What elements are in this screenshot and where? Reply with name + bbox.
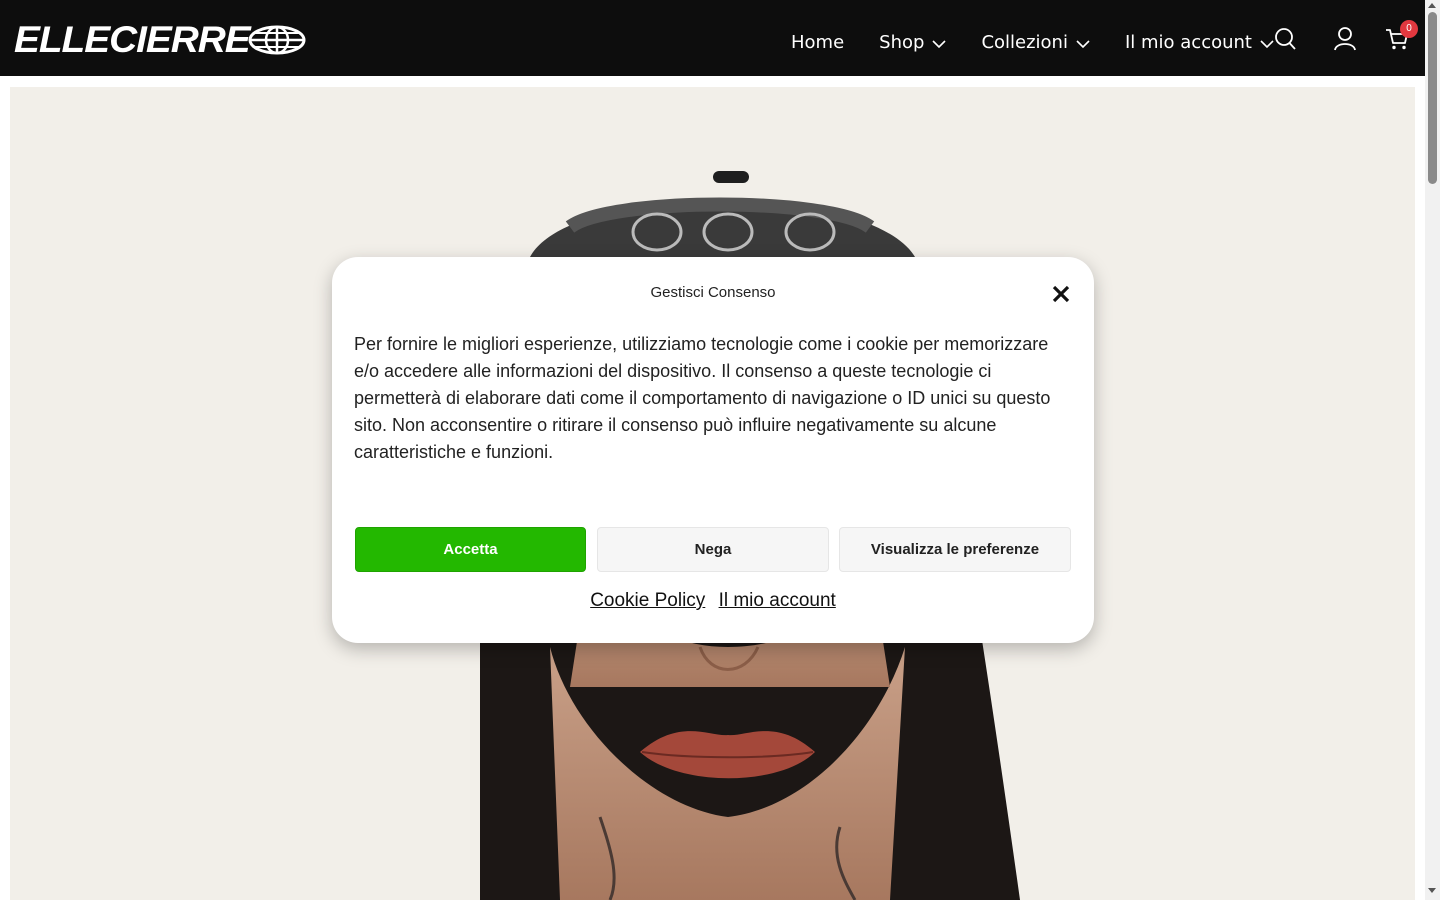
consent-message: Per fornire le migliori esperienze, util… [354, 334, 1051, 462]
chevron-down-icon [932, 39, 947, 48]
page-scrollbar[interactable] [1425, 0, 1440, 900]
scrollbar-thumb[interactable] [1428, 12, 1437, 184]
my-account-link[interactable]: Il mio account [719, 590, 836, 611]
nav-item-label: Shop [879, 31, 925, 53]
consent-links: Cookie Policy Il mio account [332, 590, 1094, 612]
logo-wordmark: ELLECIERRE [14, 19, 251, 60]
site-header: ELLECIERRE Home Shop Collezioni Il mio a… [0, 0, 1425, 76]
cookie-policy-link[interactable]: Cookie Policy [590, 590, 705, 611]
deny-button[interactable]: Nega [597, 527, 829, 572]
user-icon[interactable] [1334, 27, 1356, 51]
scroll-down-arrow-icon[interactable] [1428, 888, 1436, 893]
nav-item-account[interactable]: Il mio account [1125, 30, 1274, 54]
scroll-up-arrow-icon[interactable] [1428, 3, 1436, 8]
nav-item-home[interactable]: Home [791, 30, 844, 54]
globe-icon [248, 25, 306, 55]
nav-item-label: Collezioni [981, 31, 1068, 53]
close-icon[interactable] [1051, 284, 1071, 304]
nav-item-collezioni[interactable]: Collezioni [981, 30, 1090, 54]
accept-button[interactable]: Accetta [355, 527, 586, 572]
search-icon[interactable] [1274, 27, 1296, 51]
site-logo[interactable]: ELLECIERRE [14, 19, 306, 60]
main-nav: Home Shop Collezioni Il mio account [791, 30, 1288, 54]
chevron-down-icon [1076, 39, 1090, 48]
cart-count-badge: 0 [1400, 20, 1418, 38]
cookie-consent-dialog: Gestisci Consenso Per fornire le miglior… [332, 257, 1094, 643]
chevron-down-icon [1260, 39, 1274, 48]
view-preferences-button[interactable]: Visualizza le preferenze [839, 527, 1071, 572]
consent-title: Gestisci Consenso [650, 284, 776, 301]
nav-item-shop[interactable]: Shop [879, 30, 947, 54]
nav-item-label: Il mio account [1124, 31, 1252, 53]
nav-item-label: Home [791, 31, 845, 53]
